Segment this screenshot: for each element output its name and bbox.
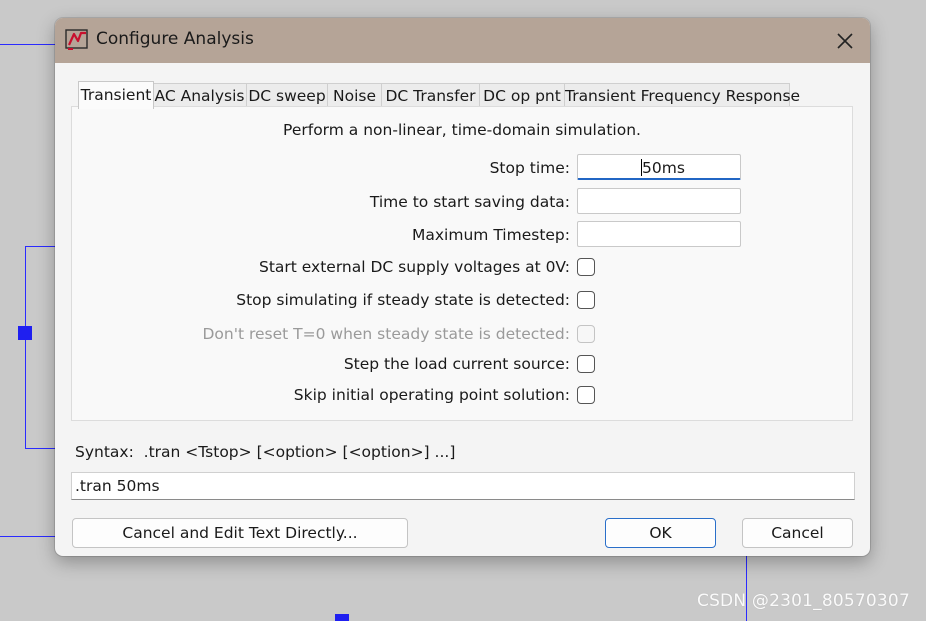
watermark: CSDN @2301_80570307 — [697, 591, 910, 611]
schematic-wire — [25, 448, 56, 449]
schematic-wire — [25, 246, 56, 247]
step-load-checkbox[interactable] — [577, 355, 595, 373]
start-saving-label: Time to start saving data: — [369, 193, 570, 211]
tab-dc-sweep[interactable]: DC sweep — [246, 83, 328, 108]
close-button[interactable] — [827, 26, 863, 56]
spice-command-field[interactable]: .tran 50ms — [71, 472, 855, 500]
tab-ac-analysis[interactable]: AC Analysis — [152, 83, 247, 108]
stop-steady-state-checkbox[interactable] — [577, 291, 595, 309]
cancel-button[interactable]: Cancel — [742, 518, 853, 548]
stop-time-input[interactable]: 50ms — [577, 154, 741, 180]
start-saving-input[interactable] — [577, 188, 741, 214]
option-label-step-load: Step the load current source: — [343, 355, 570, 373]
tab-dc-op-pnt[interactable]: DC op pnt — [479, 83, 565, 108]
max-timestep-label: Maximum Timestep: — [412, 226, 570, 244]
tab-transient-frequency-response[interactable]: Transient Frequency Response — [564, 83, 800, 108]
ok-button[interactable]: OK — [605, 518, 716, 548]
option-label-external-dc: Start external DC supply voltages at 0V: — [258, 258, 570, 276]
close-icon — [837, 33, 853, 49]
external-dc-checkbox[interactable] — [577, 258, 595, 276]
tab-dc-transfer[interactable]: DC Transfer — [381, 83, 480, 108]
schematic-node — [335, 614, 349, 621]
title-bar[interactable]: Configure Analysis — [55, 18, 870, 63]
ltspice-logo-icon — [65, 28, 91, 52]
schematic-wire — [746, 556, 747, 621]
schematic-node — [18, 326, 32, 340]
dialog-title: Configure Analysis — [96, 29, 254, 49]
syntax-label: Syntax: .tran <Tstop> [<option> [<option… — [75, 443, 456, 461]
tab-transient[interactable]: Transient — [78, 81, 154, 109]
schematic-wire — [0, 44, 56, 45]
max-timestep-input[interactable] — [577, 221, 741, 247]
cancel-and-edit-button[interactable]: Cancel and Edit Text Directly... — [72, 518, 408, 548]
stop-time-value: 50ms — [642, 159, 685, 177]
text-caret — [641, 159, 642, 176]
stop-time-label: Stop time: — [489, 159, 570, 177]
tab-noise[interactable]: Noise — [327, 83, 382, 108]
option-label-skip-op: Skip initial operating point solution: — [293, 386, 570, 404]
option-label-dont-reset: Don't reset T=0 when steady state is det… — [202, 325, 570, 343]
dont-reset-checkbox — [577, 325, 595, 343]
skip-op-checkbox[interactable] — [577, 386, 595, 404]
transient-panel: Perform a non-linear, time-domain simula… — [71, 106, 853, 421]
option-label-stop-steady: Stop simulating if steady state is detec… — [236, 291, 570, 309]
schematic-wire — [0, 536, 56, 537]
configure-analysis-dialog: Configure Analysis Transient AC Analysis… — [55, 18, 870, 556]
analysis-description: Perform a non-linear, time-domain simula… — [283, 121, 641, 139]
schematic-wire — [25, 246, 26, 449]
